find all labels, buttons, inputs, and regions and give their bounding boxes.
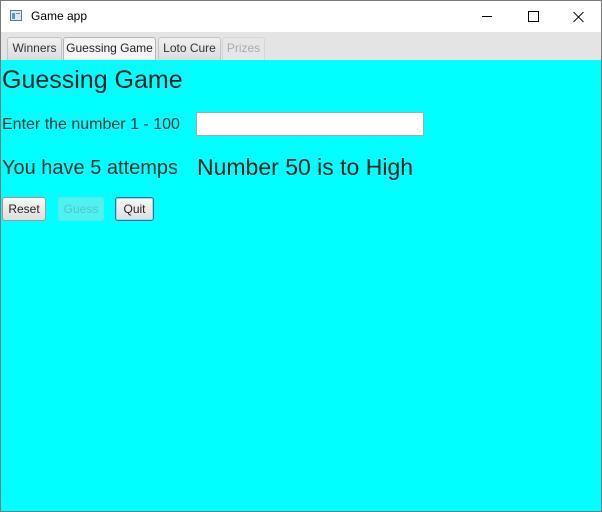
- number-input[interactable]: [196, 112, 424, 136]
- tab-bar: Winners Guessing Game Loto Cure Prizes: [1, 32, 601, 60]
- tab-guessing-game[interactable]: Guessing Game: [63, 37, 156, 60]
- app-window-icon: [10, 10, 22, 21]
- close-button[interactable]: [556, 1, 601, 32]
- minimize-button[interactable]: [464, 1, 510, 32]
- close-icon: [573, 11, 585, 23]
- guessing-game-panel: Guessing Game Enter the number 1 - 100 Y…: [1, 60, 601, 511]
- reset-button[interactable]: Reset: [2, 197, 46, 221]
- result-message: Number 50 is to High: [197, 154, 414, 180]
- guess-button: Guess: [58, 197, 104, 221]
- tab-loto-cure[interactable]: Loto Cure: [158, 37, 221, 60]
- maximize-icon: [527, 11, 539, 22]
- tab-winners[interactable]: Winners: [7, 37, 62, 60]
- minimize-icon: [482, 16, 492, 17]
- quit-button[interactable]: Quit: [115, 197, 154, 221]
- tab-prizes: Prizes: [222, 37, 265, 60]
- maximize-button[interactable]: [510, 1, 556, 32]
- number-prompt-label: Enter the number 1 - 100: [2, 116, 180, 133]
- app-window: Game app Winners Guessing Game Loto Cure…: [0, 0, 602, 512]
- attempts-label: You have 5 attemps: [2, 157, 179, 179]
- title-bar[interactable]: Game app: [1, 1, 601, 32]
- page-title: Guessing Game: [2, 66, 183, 94]
- window-title: Game app: [31, 9, 88, 23]
